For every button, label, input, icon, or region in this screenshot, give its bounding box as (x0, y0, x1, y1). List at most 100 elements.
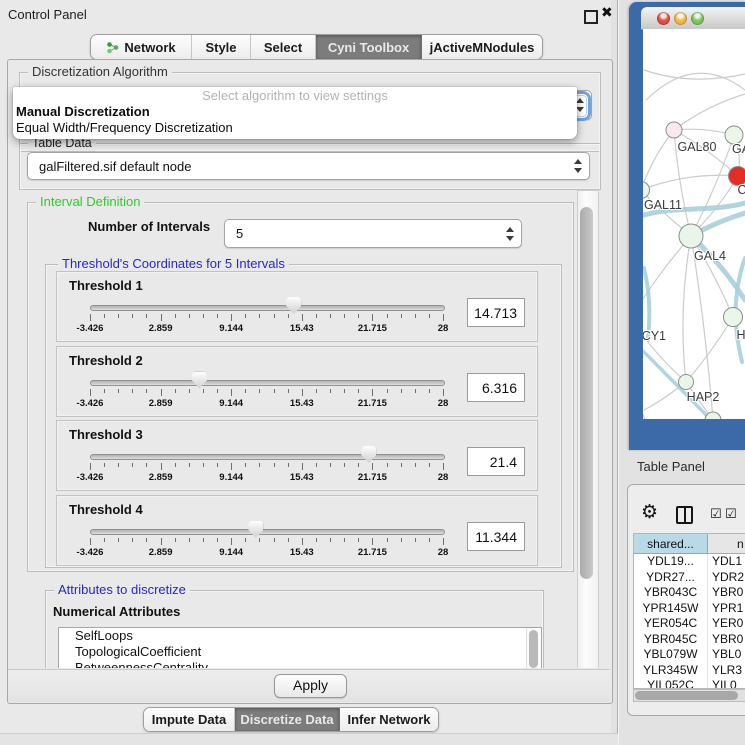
tick-mark (316, 463, 317, 467)
dropdown-option-manual[interactable]: Manual Discretization (13, 104, 577, 120)
cell-shared-name[interactable]: YLR345W (634, 663, 708, 679)
threshold-value-field[interactable]: 21.4 (467, 447, 525, 476)
checkbox-icon[interactable]: ☑ (725, 506, 737, 522)
network-view-window[interactable]: GAL80GACGAL11GAL4GCY1HHAP2 (629, 2, 745, 450)
threshold-slider-handle[interactable] (361, 446, 376, 463)
tab-jactivemnodules[interactable]: jActiveMNodules (422, 35, 542, 59)
network-node-gal4[interactable] (679, 224, 703, 248)
tick-mark (118, 314, 119, 318)
tick-mark (245, 463, 246, 467)
table-row[interactable]: YER054CYER0 (634, 616, 745, 632)
table-row[interactable]: YBL079WYBL0 (634, 647, 745, 663)
tab-label: Select (264, 40, 302, 55)
table-row[interactable]: YPR145WYPR1 (634, 601, 745, 617)
cell-name[interactable]: YLR3 (708, 663, 745, 679)
tab-discretize-data[interactable]: Discretize Data (235, 708, 340, 731)
network-node-gal11[interactable] (643, 182, 650, 199)
threshold-value-field[interactable]: 11.344 (467, 522, 525, 551)
cell-name[interactable]: YBL0 (708, 647, 745, 663)
number-of-intervals-select[interactable]: 5 (224, 219, 522, 248)
cell-shared-name[interactable]: YBL079W (634, 647, 708, 663)
table-row[interactable]: YDL19...YDL1 (634, 554, 745, 570)
tick-mark (387, 463, 388, 467)
float-window-icon[interactable] (584, 10, 598, 24)
close-traffic-light-icon[interactable] (657, 12, 670, 25)
cell-shared-name[interactable]: YDL19... (634, 554, 708, 570)
cell-name[interactable]: YBR0 (708, 585, 745, 601)
dropdown-option-equal-width[interactable]: Equal Width/Frequency Discretization (13, 120, 577, 136)
threshold-slider-track[interactable] (90, 305, 445, 311)
cell-name[interactable]: YER0 (708, 616, 745, 632)
cell-shared-name[interactable]: YBR043C (634, 585, 708, 601)
horizontal-scrollbar[interactable] (633, 689, 745, 702)
table-row[interactable]: YDR27...YDR2 (634, 570, 745, 586)
tab-infer-network[interactable]: Infer Network (340, 708, 438, 731)
cell-name[interactable]: YIL0 (708, 678, 745, 689)
list-scrollbar[interactable] (526, 628, 541, 668)
attributes-label: Attributes to discretize (54, 582, 190, 598)
tick-label: 21.715 (347, 398, 397, 409)
cell-name[interactable]: YDL1 (708, 554, 745, 570)
threshold-slider-handle[interactable] (192, 372, 207, 389)
cell-shared-name[interactable]: YIL052C (634, 678, 708, 689)
cell-shared-name[interactable]: YBR045C (634, 632, 708, 648)
column-header-shared-name[interactable]: shared... (634, 534, 708, 554)
vertical-scrollbar[interactable] (577, 190, 599, 668)
cell-shared-name[interactable]: YPR145W (634, 601, 708, 617)
list-scrollbar-thumb[interactable] (529, 630, 538, 668)
panel-divider-highlight (618, 0, 619, 745)
cell-name[interactable]: YPR1 (708, 601, 745, 617)
attribute-list-item[interactable]: BetweennessCentrality (59, 660, 541, 668)
network-icon (106, 41, 119, 54)
attribute-list-item[interactable]: TopologicalCoefficient (59, 644, 541, 660)
tick-mark (104, 463, 105, 467)
network-node-gal80[interactable] (666, 122, 682, 138)
zoom-traffic-light-icon[interactable] (691, 12, 704, 25)
threshold-value-field[interactable]: 14.713 (467, 298, 525, 327)
threshold-slider-track[interactable] (90, 529, 445, 535)
vertical-scrollbar-thumb[interactable] (580, 207, 593, 579)
threshold-slider-handle[interactable] (248, 521, 263, 538)
cell-name[interactable]: YDR2 (708, 570, 745, 586)
network-node-h[interactable] (724, 308, 743, 327)
tab-network[interactable]: Network (91, 35, 192, 59)
network-node-hap2[interactable] (679, 375, 694, 390)
tab-impute-data[interactable]: Impute Data (144, 708, 235, 731)
cell-shared-name[interactable]: YDR27... (634, 570, 708, 586)
minimize-traffic-light-icon[interactable] (674, 12, 687, 25)
table-row[interactable]: YIL052CYIL0 (634, 678, 745, 689)
checkbox-icon[interactable]: ☑ (710, 506, 722, 522)
network-window-titlebar[interactable] (641, 7, 745, 30)
bottom-strip (0, 733, 618, 745)
threshold-slider-track[interactable] (90, 380, 445, 386)
threshold-slider-handle[interactable] (286, 297, 301, 314)
close-icon[interactable]: ✖ (601, 4, 613, 21)
network-canvas[interactable]: GAL80GACGAL11GAL4GCY1HHAP2 (643, 29, 745, 419)
tab-select[interactable]: Select (251, 35, 316, 59)
tab-cyni-toolbox[interactable]: Cyni Toolbox (316, 35, 422, 59)
threshold-slider-track[interactable] (90, 454, 445, 460)
table-row[interactable]: YBR043CYBR0 (634, 585, 745, 601)
tab-label: Infer Network (347, 712, 430, 727)
horizontal-scrollbar-thumb[interactable] (635, 691, 738, 700)
attribute-list-item[interactable]: SelfLoops (59, 628, 541, 644)
node-table: shared... n YDL19...YDL1YDR27...YDR2YBR0… (633, 533, 745, 689)
tick-label: 15.43 (277, 472, 327, 483)
table-data-select[interactable]: galFiltered.sif default node (27, 152, 590, 180)
numerical-attributes-list[interactable]: SelfLoopsTopologicalCoefficientBetweenne… (58, 627, 542, 668)
split-view-icon[interactable] (676, 506, 693, 524)
table-row[interactable]: YLR345WYLR3 (634, 663, 745, 679)
tick-mark (189, 538, 190, 542)
table-rows: YDL19...YDL1YDR27...YDR2YBR043CYBR0YPR14… (634, 554, 745, 689)
table-panel-title: Table Panel (637, 459, 705, 474)
column-header-name[interactable]: n (708, 534, 745, 554)
table-row[interactable]: YBR045CYBR0 (634, 632, 745, 648)
cell-name[interactable]: YBR0 (708, 632, 745, 648)
apply-button[interactable]: Apply (274, 674, 347, 698)
interval-definition-label: Interval Definition (36, 194, 144, 210)
gear-icon[interactable]: ⚙ (641, 501, 658, 524)
threshold-value-field[interactable]: 6.316 (467, 373, 525, 402)
tab-style[interactable]: Style (192, 35, 251, 59)
tick-mark (288, 463, 289, 467)
cell-shared-name[interactable]: YER054C (634, 616, 708, 632)
